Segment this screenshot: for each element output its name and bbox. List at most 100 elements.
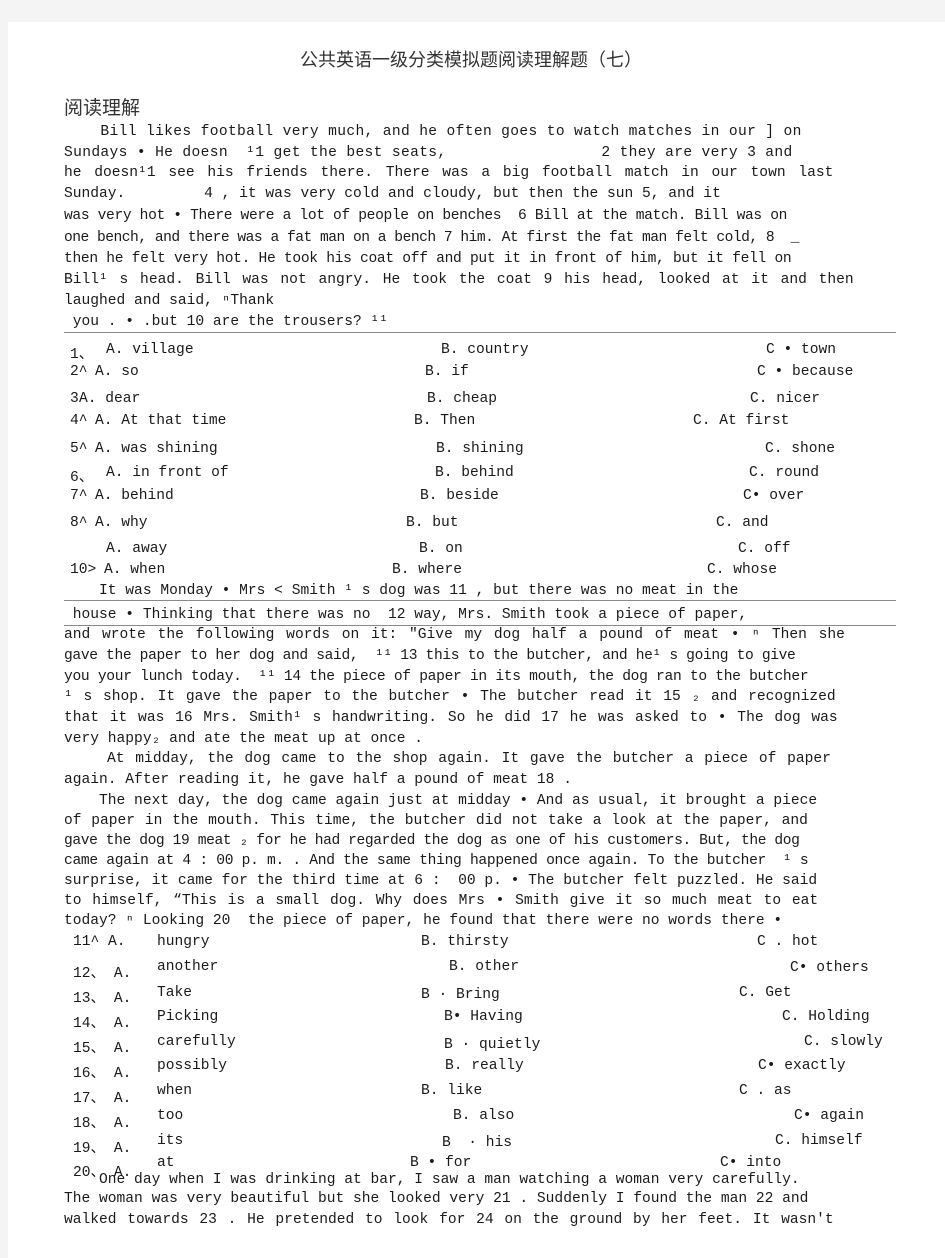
passage-line: gave the paper to her dog and said, ¹¹ 1…	[64, 648, 796, 664]
option-a: when	[157, 1083, 193, 1099]
option-c: C. Holding	[782, 1009, 870, 1025]
passage-line: Sundays • He doesn ¹1 get the best seats…	[64, 145, 793, 161]
option-c: C. whose	[707, 562, 778, 578]
option-a: A. village	[106, 342, 194, 358]
passage-line: was very hot • There were a lot of peopl…	[64, 208, 788, 224]
option-c: C• over	[743, 488, 805, 504]
option-b: B. if	[425, 364, 469, 380]
option-b: B• Having	[444, 1009, 523, 1025]
passage-line: then he felt very hot. He took his coat …	[64, 251, 792, 267]
passage-line: At midday, the dog came to the shop agai…	[64, 751, 831, 767]
option-c: C . hot	[757, 934, 819, 950]
option-a: at	[157, 1155, 175, 1171]
passage-line: The next day, the dog came again just at…	[64, 793, 818, 809]
option-a: Take	[157, 985, 193, 1001]
option-a: hungry	[157, 934, 210, 950]
question-number: 12、 A.	[73, 966, 132, 982]
option-b: B. behind	[435, 465, 514, 481]
option-a: another	[157, 959, 219, 975]
option-c: C• again	[794, 1108, 865, 1124]
option-b: B. other	[449, 959, 520, 975]
passage-line: gave the dog 19 meat ₂ for he had regard…	[64, 833, 800, 849]
option-a: possibly	[157, 1058, 228, 1074]
question-number: 1、	[70, 347, 94, 363]
question-number: 18、 A.	[73, 1116, 132, 1132]
option-b: B. country	[441, 342, 529, 358]
passage-line: one bench, and there was a fat man on a …	[64, 230, 799, 246]
option-c: C • town	[766, 342, 837, 358]
passage-line: Bill likes football very much, and he of…	[64, 124, 802, 140]
question-number: 10>	[70, 562, 97, 578]
passage-line: he doesn¹1 see his friends there. There …	[64, 165, 834, 181]
option-c: C. nicer	[750, 391, 821, 407]
option-c: C• others	[790, 960, 869, 976]
question-number: 13、 A.	[73, 991, 132, 1007]
option-b: B · Bring	[421, 987, 500, 1003]
passage-line: came again at 4 : 00 p. m. . And the sam…	[64, 853, 809, 869]
option-a: carefully	[157, 1034, 236, 1050]
section-heading: 阅读理解	[64, 97, 141, 119]
option-b: B. really	[445, 1058, 524, 1074]
passage-line: and wrote the following words on it: "Gi…	[64, 627, 845, 643]
option-b: B. but	[406, 515, 459, 531]
option-b: B. also	[453, 1108, 515, 1124]
option-b: B · his	[442, 1135, 513, 1151]
option-a: A. so	[95, 364, 139, 380]
option-c: C. himself	[775, 1133, 863, 1149]
option-b: B. cheap	[427, 391, 498, 407]
option-a: A. in front of	[106, 465, 229, 481]
question-number: 8^	[70, 515, 88, 531]
document-title: 公共英语一级分类模拟题阅读理解题（七）	[300, 50, 642, 71]
passage-line: you . • .but 10 are the trousers? ¹¹	[64, 314, 389, 330]
question-number: 6、	[70, 470, 94, 486]
option-b: B. Then	[414, 413, 476, 429]
passage-line: again. After reading it, he gave half a …	[64, 772, 572, 788]
option-b: B • for	[410, 1155, 472, 1171]
passage-line: walked towards 23 . He pretended to look…	[64, 1212, 834, 1228]
passage-line: very happy₂ and ate the meat up at once …	[64, 731, 424, 747]
option-a: A. why	[95, 515, 148, 531]
question-number: 11^ A.	[73, 934, 126, 950]
passage-line: The woman was very beautiful but she loo…	[64, 1191, 809, 1207]
question-number: 15、 A.	[73, 1041, 132, 1057]
question-number: 4^	[70, 413, 88, 429]
question-number: 3	[70, 391, 79, 407]
option-c: C• exactly	[758, 1058, 846, 1074]
option-a: Picking	[157, 1009, 219, 1025]
passage-line: surprise, it came for the third time at …	[64, 873, 818, 889]
option-b: B. where	[392, 562, 463, 578]
question-number: 2^	[70, 364, 88, 380]
question-number: 5^	[70, 441, 88, 457]
passage-line: that it was 16 Mrs. Smith¹ s handwriting…	[64, 710, 838, 726]
passage-line: today? ⁿ Looking 20 the piece of paper, …	[64, 913, 783, 929]
passage-line: Sunday. 4 , it was very cold and cloudy,…	[64, 186, 721, 202]
option-a: its	[157, 1133, 184, 1149]
option-a: A. dear	[79, 391, 141, 407]
passage-line: It was Monday • Mrs < Smith ¹ s dog was …	[64, 583, 739, 599]
passage-line: house • Thinking that there was no 12 wa…	[64, 607, 748, 623]
passage-line: you your lunch today. ¹¹ 14 the piece of…	[64, 669, 809, 685]
option-a: A. At that time	[95, 413, 227, 429]
divider	[64, 332, 896, 333]
option-b: B. like	[421, 1083, 483, 1099]
divider	[64, 600, 896, 601]
option-b: B · quietly	[444, 1037, 541, 1053]
passage-line: One day when I was drinking at bar, I sa…	[64, 1172, 800, 1188]
question-number: 14、 A.	[73, 1016, 132, 1032]
option-c: C. and	[716, 515, 769, 531]
question-number: 19、 A.	[73, 1141, 132, 1157]
passage-line: Bill¹ s head. Bill was not angry. He too…	[64, 272, 854, 288]
option-a: A. behind	[95, 488, 174, 504]
passage-line: laughed and said, ⁿThank	[64, 293, 275, 309]
option-a: A. was shining	[95, 441, 218, 457]
option-c: C. slowly	[804, 1034, 883, 1050]
passage-line: ¹ s shop. It gave the paper to the butch…	[64, 689, 836, 705]
passage-line: to himself, “This is a small dog. Why do…	[64, 893, 819, 909]
option-b: B. beside	[420, 488, 499, 504]
option-b: B. on	[419, 541, 463, 557]
option-c: C. Get	[739, 985, 792, 1001]
option-c: C. shone	[765, 441, 836, 457]
passage-line: of paper in the mouth. This time, the bu…	[64, 813, 808, 829]
option-a: too	[157, 1108, 184, 1124]
option-c: C. At first	[693, 413, 790, 429]
